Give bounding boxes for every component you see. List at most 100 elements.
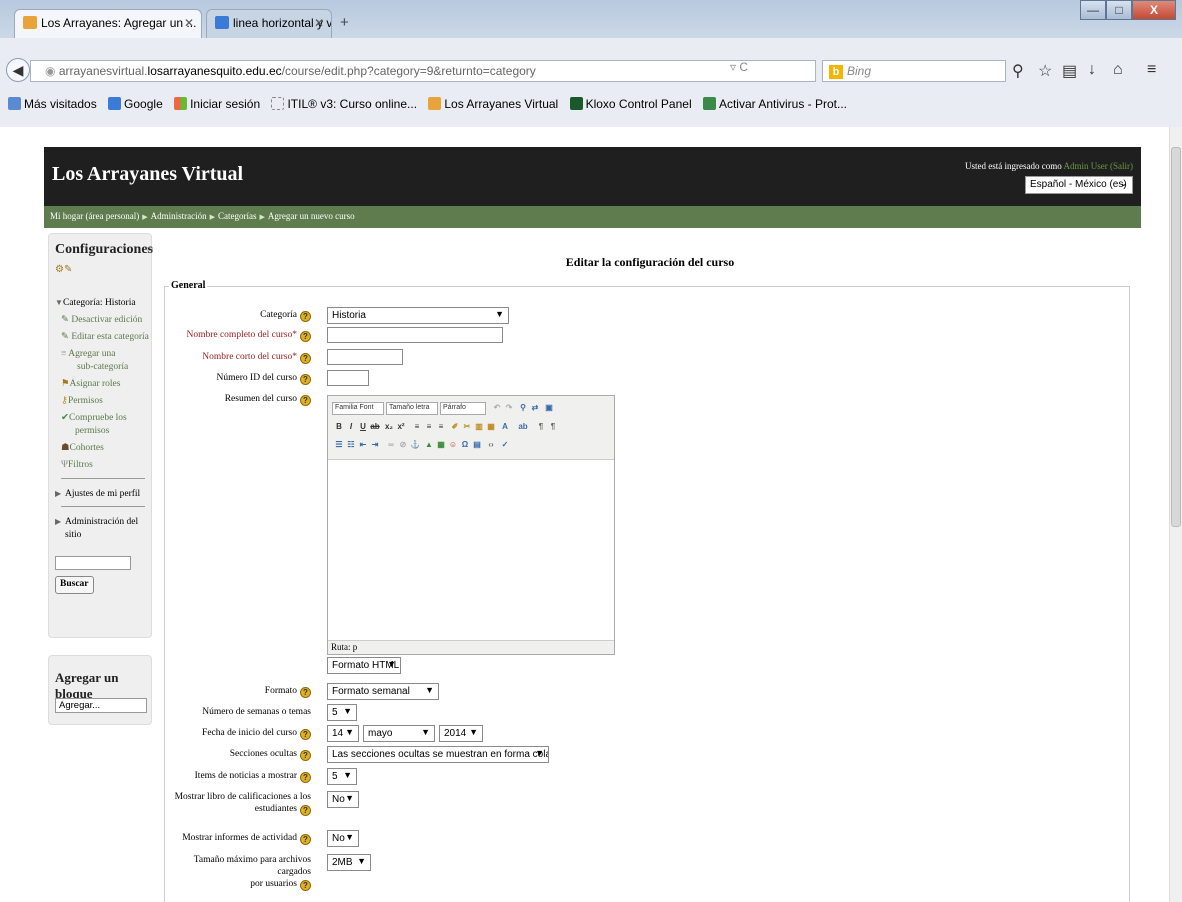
link-icon[interactable]: ∞	[386, 440, 396, 450]
font-size-select[interactable]: Tamaño letra	[386, 402, 438, 415]
outdent-icon[interactable]: ⇤	[358, 440, 368, 450]
close-tab-icon[interactable]: ✕	[184, 16, 194, 30]
undo-icon[interactable]: ↶	[492, 403, 502, 413]
bookmark-star-icon[interactable]: ☆	[1038, 61, 1052, 81]
clean-icon[interactable]: ✐	[450, 422, 460, 432]
news-items-select[interactable]: 5 ▼	[327, 768, 357, 785]
rtl-icon[interactable]: ¶	[548, 422, 558, 432]
table-icon[interactable]: ▤	[472, 440, 482, 450]
replace-icon[interactable]: ⇄	[530, 403, 540, 413]
help-icon[interactable]: ?	[300, 687, 311, 698]
close-tab-icon[interactable]: ✕	[314, 16, 324, 30]
help-icon[interactable]: ?	[300, 729, 311, 740]
bookmark-los-arrayanes[interactable]: Los Arrayanes Virtual	[428, 97, 558, 111]
help-icon[interactable]: ?	[300, 353, 311, 364]
paste-word-icon[interactable]: ▦	[486, 422, 496, 432]
idnumber-input[interactable]	[327, 370, 369, 386]
new-tab-button[interactable]: +	[340, 14, 349, 31]
logout-link[interactable]: (Salir)	[1110, 161, 1133, 171]
text-format-select[interactable]: Formato HTML ▼	[327, 657, 401, 674]
minimize-button[interactable]: —	[1080, 0, 1106, 20]
breadcrumb-home[interactable]: Mi hogar (área personal)	[50, 211, 139, 221]
bookmark-mas-visitados[interactable]: Más visitados	[8, 97, 97, 111]
sidebar-item-administracion-sitio[interactable]: Administración del	[65, 516, 138, 529]
help-icon[interactable]: ?	[300, 750, 311, 761]
block-tools-icon[interactable]: ⚙✎	[55, 264, 72, 275]
sidebar-item-permisos[interactable]: ⚷Permisos	[61, 395, 103, 408]
breadcrumb-categories[interactable]: Categorías	[218, 211, 257, 221]
emoticon-icon[interactable]: ☺	[448, 440, 458, 450]
ltr-icon[interactable]: ¶	[536, 422, 546, 432]
start-day-select[interactable]: 14 ▼	[327, 725, 359, 742]
help-icon[interactable]: ?	[300, 805, 311, 816]
max-upload-select[interactable]: 2MB ▼	[327, 854, 371, 871]
bookmarks-list-icon[interactable]: ▤	[1062, 61, 1077, 81]
tab-linea-horizontal[interactable]: linea horizontal y vertical - ... ✕	[206, 9, 332, 38]
sidebar-item-editar-categoria[interactable]: ✎ Editar esta categoría	[61, 331, 149, 344]
search-input[interactable]: b Bing	[822, 60, 1006, 82]
sidebar-item-cohortes[interactable]: ☗Cohortes	[61, 442, 104, 455]
fullscreen-icon[interactable]: ▣	[544, 403, 554, 413]
italic-icon[interactable]: I	[346, 422, 356, 432]
help-icon[interactable]: ?	[300, 880, 311, 891]
breadcrumb-admin[interactable]: Administración	[151, 211, 207, 221]
back-button[interactable]: ◀	[6, 58, 30, 82]
paragraph-select[interactable]: Párrafo	[440, 402, 486, 415]
special-char-icon[interactable]: Ω	[460, 440, 470, 450]
html-icon[interactable]: ‹›	[486, 440, 496, 450]
media-icon[interactable]: ▦	[436, 440, 446, 450]
help-icon[interactable]: ?	[300, 311, 311, 322]
align-center-icon[interactable]: ≡	[424, 422, 434, 432]
unlink-icon[interactable]: ⊘	[398, 440, 408, 450]
shortname-input[interactable]	[327, 349, 403, 365]
help-icon[interactable]: ?	[300, 772, 311, 783]
bookmark-itil[interactable]: ITIL® v3: Curso online...	[271, 97, 417, 111]
image-icon[interactable]: ▲	[424, 440, 434, 450]
activity-reports-select[interactable]: No ▼	[327, 830, 359, 847]
sidebar-item-label[interactable]: sub-categoría	[77, 361, 128, 374]
sidebar-item-filtros[interactable]: ΨFiltros	[61, 459, 93, 472]
weeks-select[interactable]: 5 ▼	[327, 704, 357, 721]
search-icon[interactable]: ⚲	[1012, 61, 1024, 81]
category-node[interactable]: Categoría: Historia	[63, 297, 136, 310]
category-select[interactable]: Historia ▼	[327, 307, 509, 324]
anchor-icon[interactable]: ⚓	[410, 440, 420, 450]
numbered-list-icon[interactable]: ☷	[346, 440, 356, 450]
page-scrollbar[interactable]	[1169, 127, 1182, 902]
underline-icon[interactable]: U	[358, 422, 368, 432]
align-left-icon[interactable]: ≡	[412, 422, 422, 432]
subscript-icon[interactable]: x₂	[384, 422, 394, 432]
download-icon[interactable]: ↓	[1088, 61, 1096, 79]
show-grades-select[interactable]: No ▼	[327, 791, 359, 808]
reload-icon[interactable]: ▿ C	[730, 60, 748, 74]
redo-icon[interactable]: ↷	[504, 403, 514, 413]
bold-icon[interactable]: B	[334, 422, 344, 432]
close-window-button[interactable]: X	[1132, 0, 1176, 20]
font-family-select[interactable]: Familia Font	[332, 402, 384, 415]
scrollbar-thumb[interactable]	[1171, 147, 1181, 527]
help-icon[interactable]: ?	[300, 374, 311, 385]
sidebar-item-label[interactable]: permisos	[75, 425, 109, 438]
help-icon[interactable]: ?	[300, 834, 311, 845]
sidebar-item-compruebe-permisos[interactable]: ✔Compruebe los	[61, 412, 127, 425]
search-button[interactable]: Buscar	[55, 576, 94, 594]
background-color-icon[interactable]: ab	[518, 422, 528, 432]
start-year-select[interactable]: 2014 ▼	[439, 725, 483, 742]
site-name[interactable]: Los Arrayanes Virtual	[52, 163, 243, 186]
bullet-list-icon[interactable]: ☰	[334, 440, 344, 450]
home-icon[interactable]: ⌂	[1113, 61, 1123, 79]
settings-search-input[interactable]	[55, 556, 131, 570]
text-color-icon[interactable]: A	[500, 422, 510, 432]
login-user-link[interactable]: Admin User	[1064, 161, 1108, 171]
collapse-icon[interactable]: ▭	[146, 244, 154, 253]
superscript-icon[interactable]: x²	[396, 422, 406, 432]
spellcheck-icon[interactable]: ✓	[500, 440, 510, 450]
format-select[interactable]: Formato semanal ▼	[327, 683, 439, 700]
hidden-sections-select[interactable]: Las secciones ocultas se muestran en for…	[327, 746, 549, 763]
sidebar-item-agregar-subcategoria[interactable]: ≡ Agregar una	[61, 348, 115, 361]
start-month-select[interactable]: mayo ▼	[363, 725, 435, 742]
url-bar[interactable]: ◉ arrayanesvirtual.losarrayanesquito.edu…	[30, 60, 816, 82]
language-select[interactable]: Español - México (es) ⌄	[1025, 176, 1133, 194]
maximize-button[interactable]: □	[1106, 0, 1132, 20]
paste-text-icon[interactable]: ▥	[474, 422, 484, 432]
